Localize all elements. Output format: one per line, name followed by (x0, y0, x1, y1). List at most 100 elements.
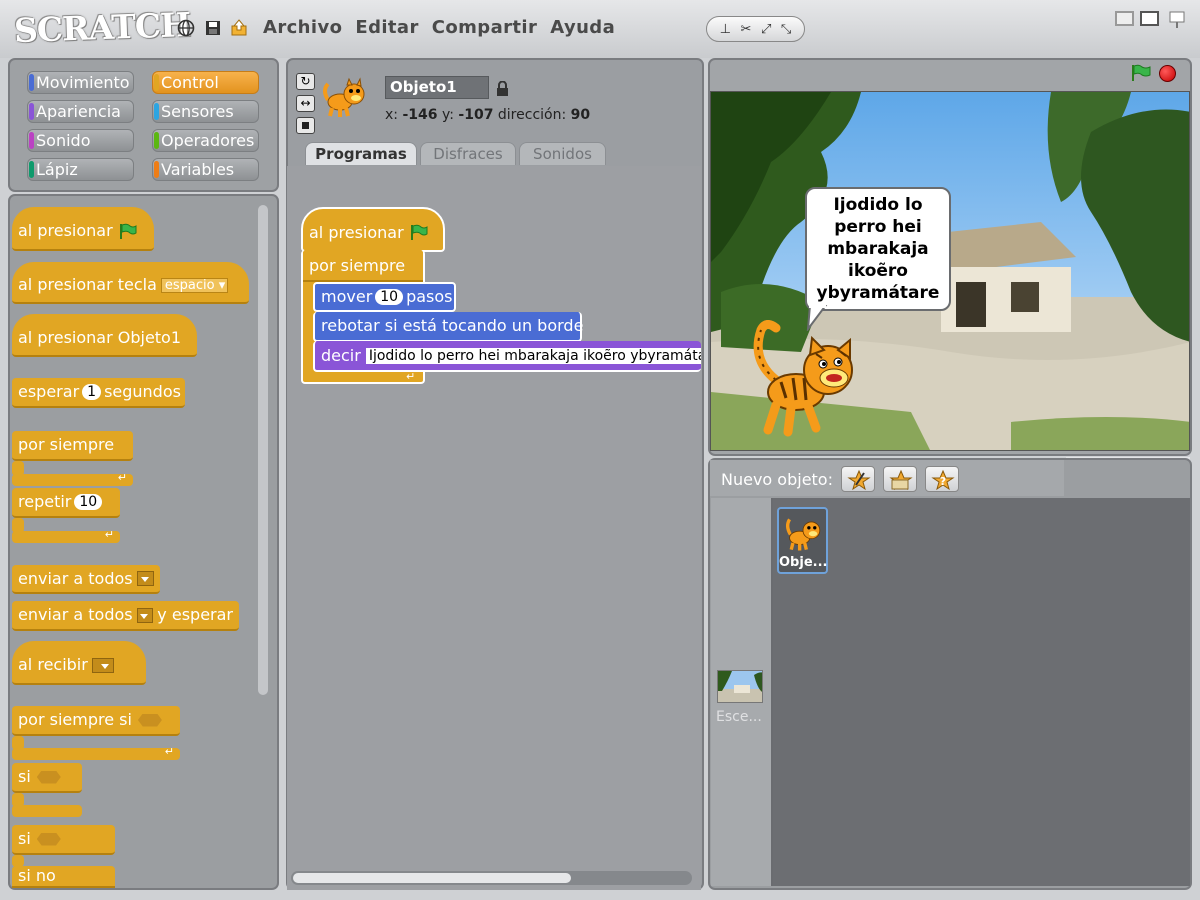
menu-compartir[interactable]: Compartir (432, 17, 538, 38)
category-variables[interactable]: Variables (152, 158, 259, 181)
no-rotate-icon[interactable] (296, 117, 315, 134)
condition-slot[interactable] (36, 770, 61, 784)
normal-stage-icon[interactable] (1140, 11, 1159, 26)
wait-seconds-input[interactable]: 1 (82, 384, 102, 400)
speech-bubble-tail (806, 305, 828, 331)
flip-left-right-icon[interactable]: ↔ (296, 95, 315, 112)
sprite-position-readout: x: -146 y: -107 dirección: 90 (385, 107, 590, 123)
broadcast-wait-dropdown[interactable] (136, 607, 154, 623)
delete-tool-icon[interactable]: ✂ (741, 23, 752, 36)
tab-programas[interactable]: Programas (305, 142, 417, 165)
direction-label: dirección: (497, 107, 567, 123)
share-icon[interactable] (229, 18, 249, 38)
broadcast-dropdown[interactable] (136, 571, 154, 586)
palette-scrollbar[interactable] (258, 205, 268, 695)
palette-when-sprite-clicked-block[interactable]: al presionar Objeto1 (12, 314, 197, 357)
new-sprite-label: Nuevo objeto: (721, 470, 833, 489)
condition-slot[interactable] (36, 832, 61, 846)
grow-tool-icon[interactable]: ⤢ (761, 23, 771, 36)
receive-dropdown[interactable] (91, 657, 114, 673)
stop-icon[interactable] (1159, 65, 1176, 82)
language-globe-icon[interactable] (176, 18, 196, 38)
duplicate-tool-icon[interactable]: ⊥ (720, 23, 731, 36)
block-label: esperar (18, 382, 80, 401)
palette-when-key-block[interactable]: al presionar tecla espacio ▾ (12, 262, 249, 304)
category-control[interactable]: Control (152, 71, 259, 94)
condition-slot[interactable] (137, 713, 162, 727)
palette-broadcast-block[interactable]: enviar a todos (12, 565, 160, 594)
palette-broadcast-wait-block[interactable]: enviar a todos y esperar (12, 601, 239, 631)
script-when-flag-block[interactable]: al presionar (301, 207, 445, 252)
c-block-bottom (12, 805, 82, 817)
y-value: -107 (458, 107, 494, 123)
move-steps-input[interactable]: 10 (375, 289, 404, 305)
y-label: y: (441, 107, 454, 123)
menu-ayuda[interactable]: Ayuda (550, 17, 615, 38)
rotate-all-icon[interactable]: ↻ (296, 73, 315, 90)
block-label: segundos (104, 382, 181, 401)
paint-sprite-icon (847, 469, 871, 491)
tab-disfraces[interactable]: Disfraces (420, 142, 516, 165)
green-flag-icon (410, 224, 428, 240)
shrink-tool-icon[interactable]: ⤡ (781, 23, 791, 36)
sprite-name-field[interactable]: Objeto1 (385, 76, 489, 99)
key-dropdown[interactable]: espacio ▾ (160, 277, 229, 293)
script-say-block[interactable]: decir Ijodido lo perro hei mbarakaja iko… (313, 341, 701, 372)
script-forever-block[interactable]: por siempre (303, 252, 423, 282)
small-stage-icon[interactable] (1115, 11, 1134, 26)
direction-value: 90 (570, 107, 591, 123)
block-label: enviar a todos (18, 568, 133, 588)
save-icon[interactable] (203, 18, 223, 38)
choose-sprite-button[interactable] (883, 466, 917, 492)
block-label: decir (321, 345, 361, 365)
sprite-thumbnail-objeto1[interactable]: Obje... (777, 507, 828, 574)
repeat-count-input[interactable]: 10 (74, 494, 103, 510)
presentation-mode-icon[interactable] (1167, 10, 1187, 30)
menu-editar[interactable]: Editar (355, 17, 418, 38)
palette-when-receive-block[interactable]: al recibir (12, 641, 146, 685)
category-apariencia[interactable]: Apariencia (27, 100, 134, 123)
block-label: al presionar (18, 221, 113, 240)
tiger-sprite[interactable] (746, 320, 861, 440)
stage-thumbnail-label: Esce... (716, 709, 762, 725)
green-flag-icon[interactable] (1130, 64, 1152, 82)
lock-icon[interactable] (496, 81, 509, 97)
random-sprite-button[interactable]: ? (925, 466, 959, 492)
category-movimiento[interactable]: Movimiento (27, 71, 134, 94)
surprise-sprite-icon: ? (931, 469, 955, 491)
palette-if-else-block[interactable]: si (12, 825, 115, 855)
block-label: por siempre (309, 256, 406, 275)
palette-forever-if-block[interactable]: por siempre si (12, 706, 180, 736)
sprite-tools: ⊥ ✂ ⤢ ⤡ (706, 16, 805, 42)
category-operadores[interactable]: Operadores (152, 129, 259, 152)
palette-forever-block[interactable]: por siempre (12, 431, 133, 461)
tab-sonidos[interactable]: Sonidos (519, 142, 606, 165)
folder-sprite-icon (889, 469, 913, 491)
paint-new-sprite-button[interactable] (841, 466, 875, 492)
block-label: pasos (406, 287, 453, 306)
block-label: si (18, 767, 31, 786)
palette-repeat-block[interactable]: repetir 10 (12, 488, 120, 518)
category-sonido[interactable]: Sonido (27, 129, 134, 152)
block-label: rebotar si está tocando un borde (321, 316, 584, 335)
stage-thumbnail[interactable] (717, 670, 763, 703)
block-label: mover (321, 287, 373, 306)
palette-when-flag-block[interactable]: al presionar (12, 207, 154, 251)
script-scrollbar[interactable] (293, 873, 571, 883)
category-sensores[interactable]: Sensores (152, 100, 259, 123)
speech-bubble: Ijodido lo perro hei mbarakaja ikoẽro yb… (805, 187, 951, 311)
category-lapiz[interactable]: Lápiz (27, 158, 134, 181)
say-text-input[interactable]: Ijodido lo perro hei mbarakaja ikoẽro yb… (365, 347, 701, 364)
palette-if-block[interactable]: si (12, 763, 82, 793)
c-block-bottom: ↵ (12, 471, 133, 486)
palette-else-label: si no (12, 866, 115, 888)
block-label: al presionar Objeto1 (18, 327, 182, 347)
sprite-list (773, 498, 1190, 886)
key-dropdown-value: espacio (164, 277, 215, 293)
script-move-block[interactable]: mover 10 pasos (313, 282, 456, 312)
block-label: al presionar (309, 222, 404, 242)
scratch-logo: SCRATCH (13, 4, 191, 51)
palette-wait-block[interactable]: esperar 1 segundos (12, 378, 185, 408)
script-bounce-block[interactable]: rebotar si está tocando un borde (313, 312, 584, 342)
menu-archivo[interactable]: Archivo (263, 17, 342, 38)
